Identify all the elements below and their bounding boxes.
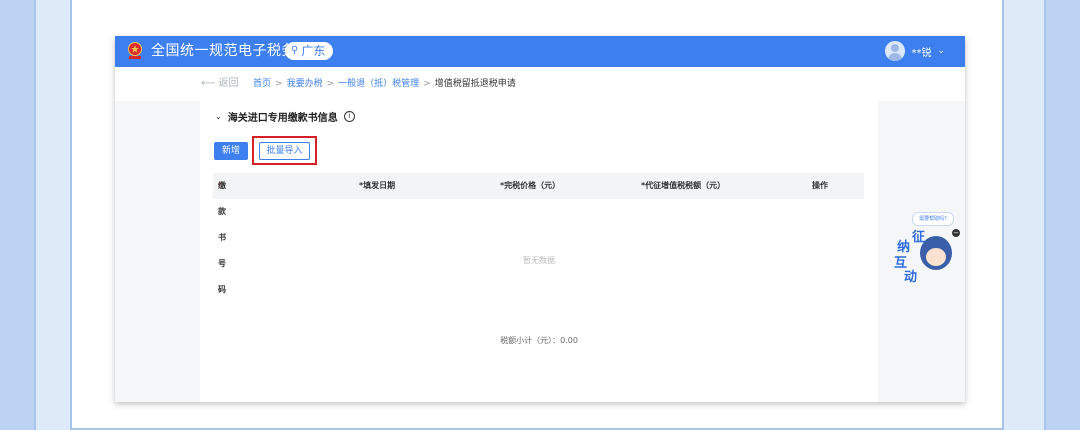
column-header-vat-amount: *代征增值税税额（元） xyxy=(641,181,726,190)
assistant-char: 动 xyxy=(904,270,918,285)
tax-subtotal: 税额小计（元）：0.00 xyxy=(500,336,578,345)
breadcrumb-item-refund-mgmt[interactable]: 一般退（抵）税管理 xyxy=(338,67,419,101)
top-bar: 全国统一规范电子税务局 ⚲ 广东 **锐 ⌄ xyxy=(115,36,965,67)
arrow-left-icon: ⟵ xyxy=(201,78,219,89)
national-emblem-icon xyxy=(128,42,142,59)
breadcrumb-separator: > xyxy=(423,79,431,89)
user-avatar-icon xyxy=(885,41,906,61)
back-label: 返回 xyxy=(218,78,239,89)
chevron-down-icon: ⌄ xyxy=(937,46,945,56)
section-header[interactable]: ⌄ 海关进口专用缴款书信息 i xyxy=(215,109,355,124)
back-button[interactable]: ⟵ 返回 xyxy=(201,67,239,101)
main-content: ⌄ 海关进口专用缴款书信息 i 新增 批量导入 * 缴款书号码 *填发日期 *完税… xyxy=(200,101,878,402)
assistant-char: 征 xyxy=(912,230,926,245)
region-label: 广东 xyxy=(301,44,326,58)
breadcrumb-bar: ⟵ 返回 首页 > 我要办税 > 一般退（抵）税管理 > 增值税留抵退税申请 xyxy=(115,67,965,101)
empty-state-text: 暂无数据 xyxy=(523,256,555,265)
decor-stripe-left xyxy=(0,0,34,430)
user-menu[interactable]: **锐 ⌄ xyxy=(885,41,945,61)
add-button[interactable]: 新增 xyxy=(214,142,248,160)
location-pin-icon: ⚲ xyxy=(291,45,299,56)
info-icon[interactable]: i xyxy=(343,111,355,122)
table-header: * 缴款书号码 *填发日期 *完税价格（元） *代征增值税税额（元） 操作 xyxy=(213,173,864,294)
batch-import-button[interactable]: 批量导入 xyxy=(259,142,310,160)
column-header-taxable-price: *完税价格（元） xyxy=(500,181,561,190)
breadcrumb-separator: > xyxy=(275,79,283,89)
decor-stripe-right-inner xyxy=(1044,0,1046,430)
app-window: 全国统一规范电子税务局 ⚲ 广东 **锐 ⌄ ⟵ 返回 首页 > 我要办税 > … xyxy=(115,36,965,402)
section-title: 海关进口专用缴款书信息 xyxy=(227,113,338,124)
column-header-actions: 操作 xyxy=(812,181,828,190)
breadcrumb: 首页 > 我要办税 > 一般退（抵）税管理 > 增值税留抵退税申请 xyxy=(253,67,516,101)
close-icon[interactable]: − xyxy=(952,229,960,237)
column-label: 缴款书号码 xyxy=(218,181,226,294)
breadcrumb-item-tax-handling[interactable]: 我要办税 xyxy=(287,67,323,101)
column-header-issue-date: *填发日期 xyxy=(359,181,396,190)
chevron-down-icon: ⌄ xyxy=(215,112,222,121)
assistant-widget[interactable]: 征 纳 互 动 − xyxy=(892,226,960,285)
user-name: **锐 xyxy=(911,47,932,59)
region-selector[interactable]: ⚲ 广东 xyxy=(285,42,334,60)
decor-stripe-right xyxy=(1046,0,1080,430)
decor-stripe-left-inner xyxy=(34,0,36,430)
breadcrumb-separator: > xyxy=(326,79,335,89)
breadcrumb-item-current: 增值税留抵退税申请 xyxy=(434,79,516,89)
breadcrumb-item-home[interactable]: 首页 xyxy=(253,67,271,101)
help-bubble[interactable]: 需要帮助吗? xyxy=(912,212,954,226)
